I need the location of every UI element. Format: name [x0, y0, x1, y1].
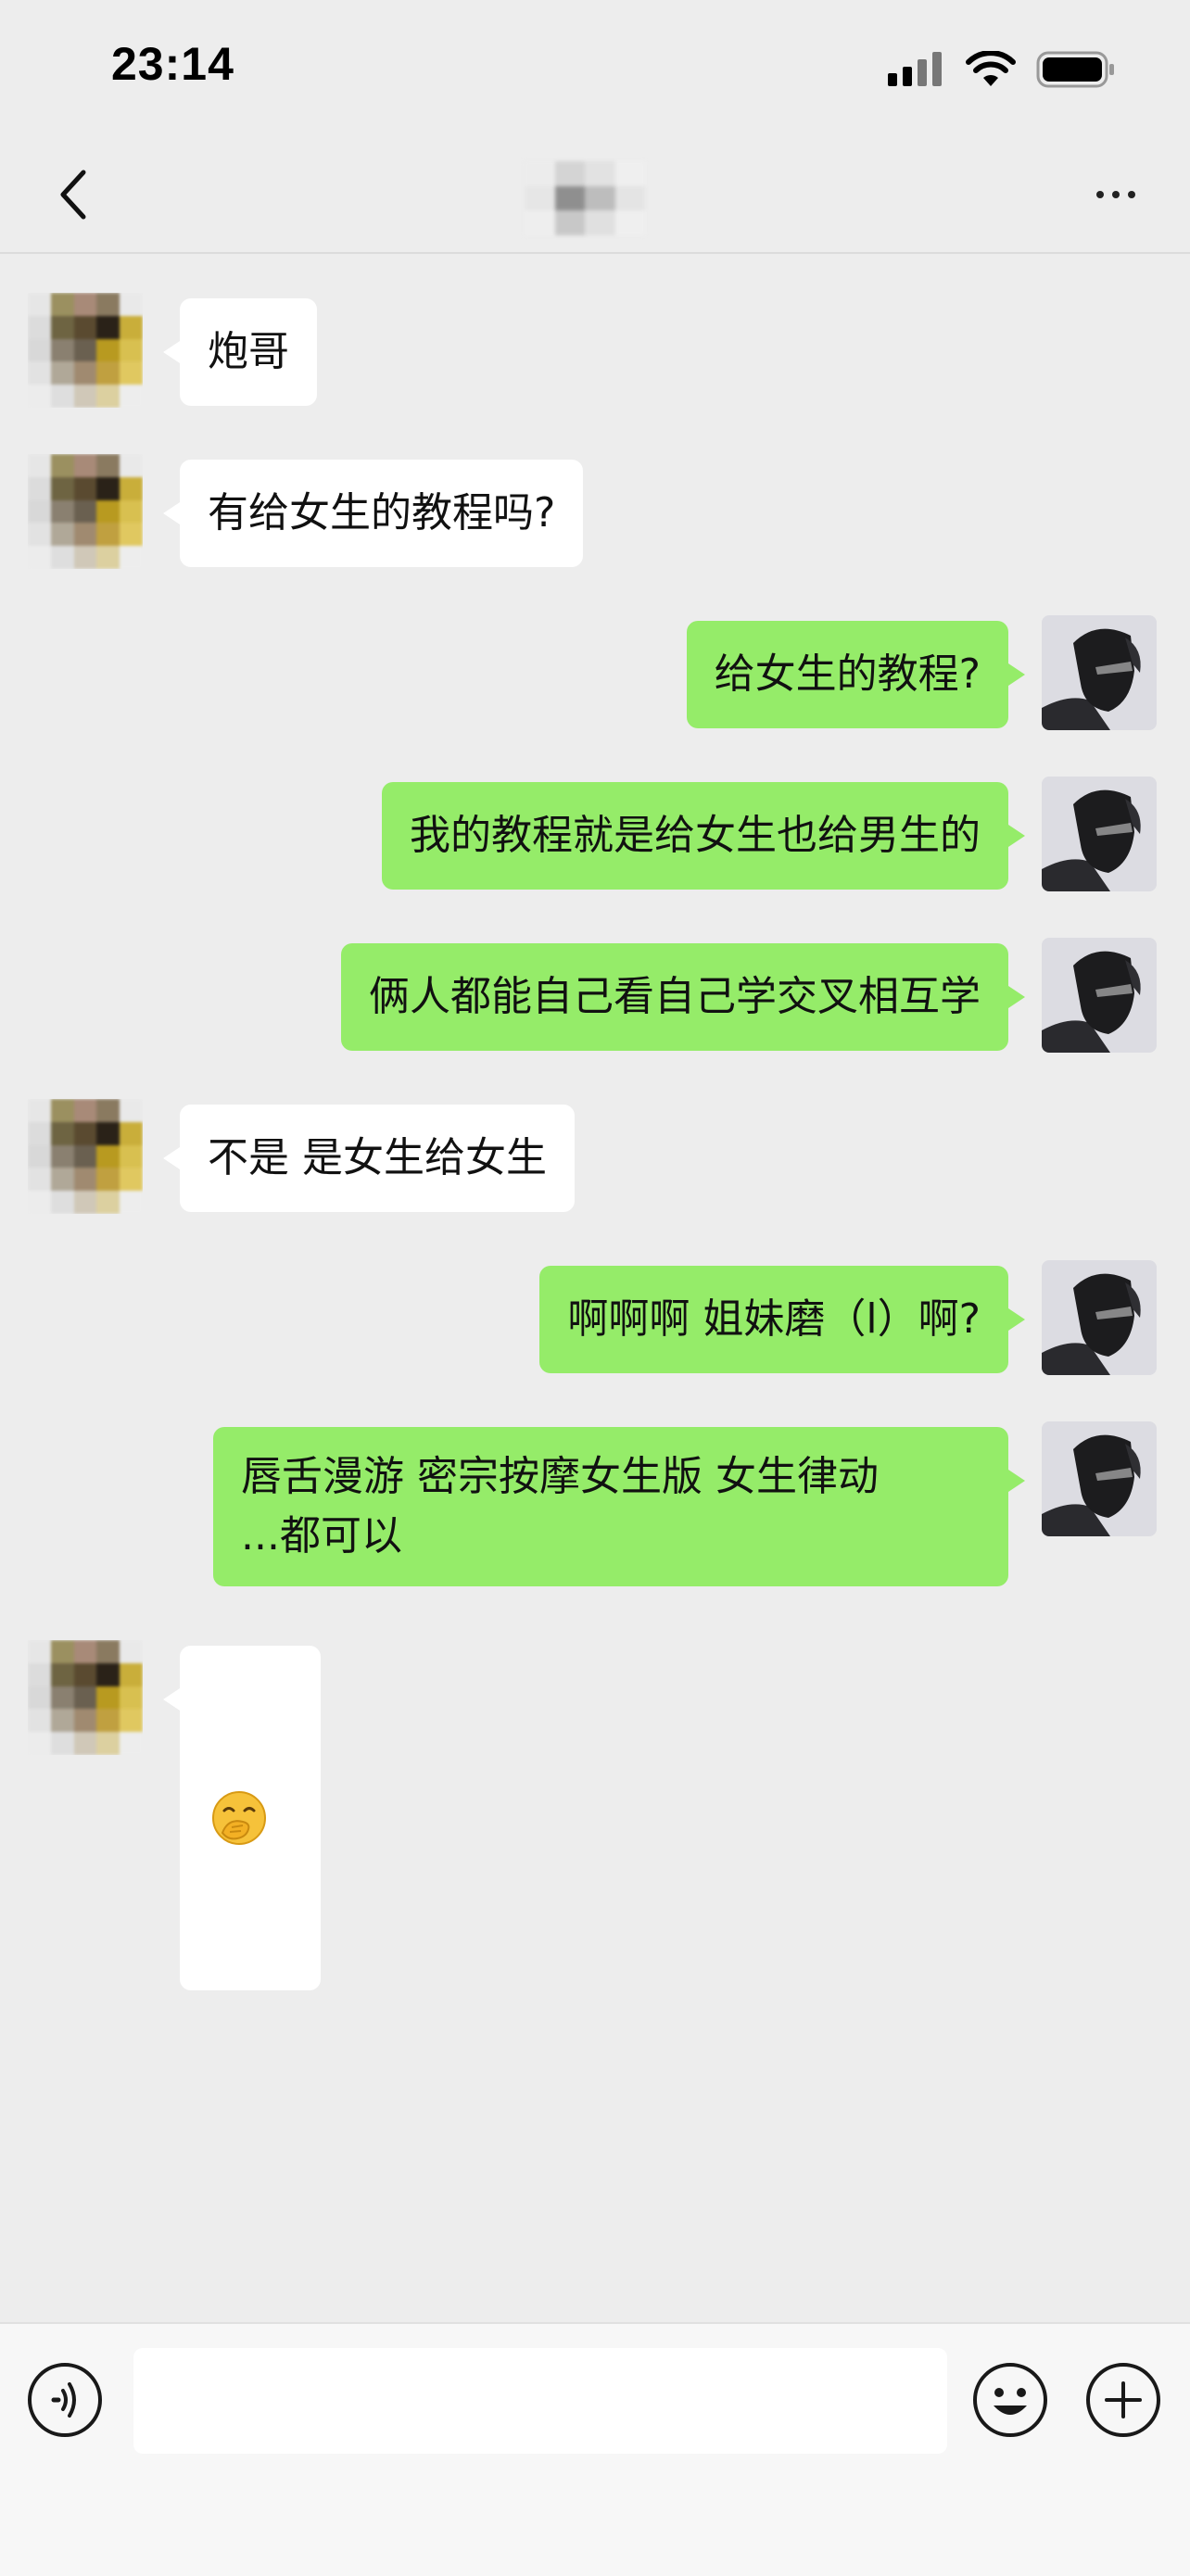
- my-avatar[interactable]: [1042, 1260, 1157, 1375]
- hand-over-mouth-emoji-icon: [212, 1791, 266, 1845]
- more-icon-dot: [1112, 191, 1120, 198]
- message-row: 啊啊啊 姐妹磨（l）啊?: [0, 1260, 1190, 1375]
- received-message-bubble[interactable]: 炮哥: [163, 298, 317, 406]
- message-row: 唇舌漫游 密宗按摩女生版 女生律动 ...都可以: [0, 1421, 1190, 1594]
- message-row: [0, 1640, 1190, 1990]
- message-row: 俩人都能自己看自己学交叉相互学: [0, 938, 1190, 1053]
- message-row: 我的教程就是给女生也给男生的: [0, 777, 1190, 891]
- sent-message-bubble[interactable]: 我的教程就是给女生也给男生的: [382, 782, 1025, 890]
- sent-message-bubble[interactable]: 啊啊啊 姐妹磨（l）啊?: [539, 1266, 1025, 1373]
- my-avatar[interactable]: [1042, 615, 1157, 730]
- user-photo-icon: [1042, 777, 1157, 891]
- contact-name-redacted: [525, 161, 645, 235]
- more-icon: [1096, 191, 1104, 198]
- received-message-bubble[interactable]: 不是 是女生给女生: [163, 1105, 575, 1212]
- my-avatar[interactable]: [1042, 938, 1157, 1053]
- message-row: 不是 是女生给女生: [0, 1099, 1190, 1214]
- add-button[interactable]: [1084, 2361, 1162, 2439]
- emoji-button[interactable]: [971, 2361, 1049, 2439]
- more-icon-dot: [1128, 191, 1135, 198]
- contact-avatar[interactable]: [28, 293, 143, 408]
- received-message-bubble[interactable]: 有给女生的教程吗?: [162, 460, 584, 567]
- voice-button[interactable]: [26, 2361, 104, 2439]
- wifi-icon: [966, 51, 1016, 86]
- chat-history[interactable]: 炮哥 有给女生的教程吗? 给女生的教程? 我的教程就是给女生也给男生的 俩人都能…: [0, 254, 1190, 2320]
- sent-message-bubble[interactable]: 唇舌漫游 密宗按摩女生版 女生律动 ...都可以: [213, 1427, 1025, 1586]
- contact-avatar[interactable]: [28, 454, 143, 569]
- status-icons: [888, 46, 1116, 93]
- status-time: 23:14: [111, 38, 234, 90]
- user-photo-icon: [1042, 1421, 1157, 1536]
- contact-avatar[interactable]: [28, 1099, 143, 1214]
- cellular-signal-icon: [888, 52, 942, 86]
- sent-message-bubble[interactable]: 俩人都能自己看自己学交叉相互学: [341, 943, 1025, 1051]
- battery-icon: [1036, 51, 1114, 88]
- back-button[interactable]: [37, 158, 111, 232]
- more-button[interactable]: [1079, 167, 1153, 222]
- emoji-icon: [973, 2363, 1047, 2437]
- message-row: 炮哥: [0, 293, 1190, 408]
- message-input[interactable]: [133, 2348, 947, 2454]
- sent-message-bubble[interactable]: 给女生的教程?: [686, 621, 1026, 728]
- voice-icon: [28, 2363, 102, 2437]
- nav-bar: [0, 139, 1190, 254]
- message-row: 给女生的教程?: [0, 615, 1190, 730]
- input-bar: [0, 2322, 1190, 2576]
- my-avatar[interactable]: [1042, 777, 1157, 891]
- received-message-bubble[interactable]: [163, 1646, 321, 1990]
- user-photo-icon: [1042, 615, 1157, 730]
- status-bar: 23:14: [0, 0, 1190, 139]
- plus-icon: [1086, 2363, 1160, 2437]
- my-avatar[interactable]: [1042, 1421, 1157, 1536]
- message-row: 有给女生的教程吗?: [0, 454, 1190, 569]
- user-photo-icon: [1042, 938, 1157, 1053]
- user-photo-icon: [1042, 1260, 1157, 1375]
- contact-avatar[interactable]: [28, 1640, 143, 1755]
- chevron-left-icon: [60, 170, 86, 220]
